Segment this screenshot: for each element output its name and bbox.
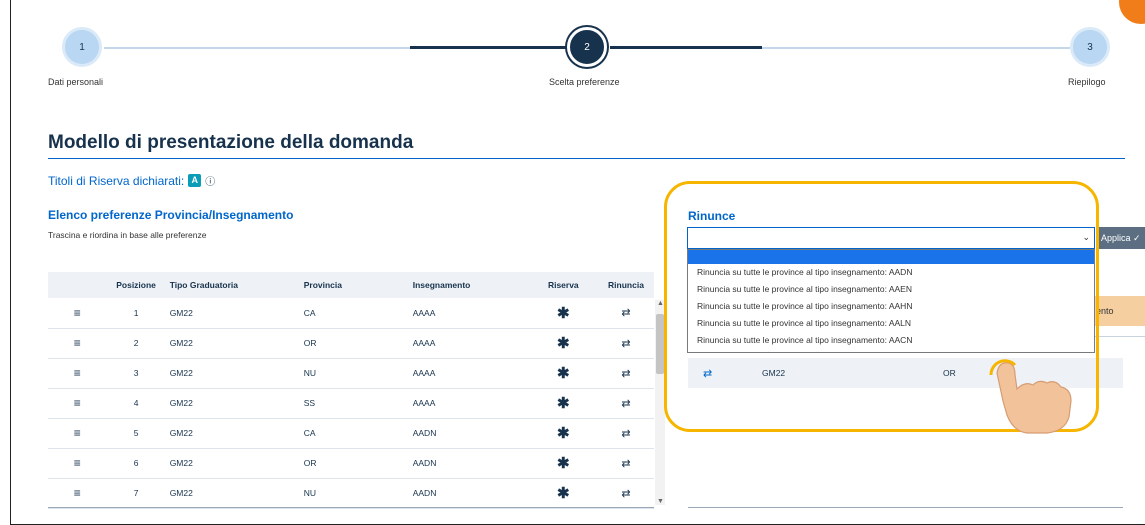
cell-tipo: GM22: [165, 328, 300, 359]
col-header-posizione: Posizione: [102, 272, 166, 298]
cell-provincia: SS: [299, 388, 409, 419]
cell-provincia: OR: [299, 328, 409, 359]
asterisk-icon: ✱: [528, 328, 594, 359]
step-connector-active: [610, 46, 762, 49]
pointing-hand-icon: [989, 359, 1072, 434]
riserva-declared: Titoli di Riserva dichiarati: A ⓘ: [48, 173, 215, 189]
cell-posizione: 3: [102, 358, 166, 389]
cell-tipo: GM22: [165, 358, 300, 389]
swap-icon[interactable]: ⇄: [594, 448, 654, 479]
riserva-label: Titoli di Riserva dichiarati:: [48, 173, 185, 188]
cell-insegnamento: AAAA: [408, 358, 529, 389]
cell-tipo: GM22: [165, 418, 300, 449]
cell-insegnamento: AAAA: [408, 328, 529, 359]
step-2-label: Scelta preferenze: [549, 77, 620, 87]
swap-icon[interactable]: ⇄: [594, 358, 654, 389]
table-row[interactable]: ≡ 7 GM22 NU AADN ✱ ⇄: [48, 478, 654, 509]
col-header-riserva: Riserva: [528, 272, 594, 298]
table-header-row: Posizione Tipo Graduatoria Provincia Ins…: [48, 272, 654, 298]
elenco-subtitle: Trascina e riordina in base alle prefere…: [48, 230, 207, 240]
elenco-title: Elenco preferenze Provincia/Insegnamento: [48, 208, 294, 222]
cell-provincia: CA: [299, 418, 409, 449]
cell-tipo: GM22: [165, 298, 300, 329]
progress-stepper: 1 2 3 Dati personali Scelta preferenze R…: [0, 0, 1145, 100]
drag-handle-icon[interactable]: ≡: [48, 328, 103, 359]
info-icon[interactable]: ⓘ: [205, 173, 215, 188]
step-number: 3: [1087, 41, 1093, 53]
table-row[interactable]: ≡ 4 GM22 SS AAAA ✱ ⇄: [48, 388, 654, 419]
table-row[interactable]: ≡ 6 GM22 OR AADN ✱ ⇄: [48, 448, 654, 479]
col-header-tipo: Tipo Graduatoria: [165, 272, 300, 298]
asterisk-icon: ✱: [528, 418, 594, 449]
step-2-circle[interactable]: 2: [567, 27, 607, 67]
scroll-down-icon[interactable]: ▼: [657, 498, 664, 505]
cell-posizione: 1: [102, 298, 166, 329]
cell-posizione: 6: [102, 448, 166, 479]
right-table-divider: [688, 507, 1123, 508]
side-tab[interactable]: ento: [1093, 296, 1145, 326]
table-row[interactable]: ≡ 2 GM22 OR AAAA ✱ ⇄: [48, 328, 654, 359]
table-divider: [48, 507, 654, 508]
asterisk-icon: ✱: [528, 478, 594, 509]
col-header-insegnamento: Insegnamento: [408, 272, 529, 298]
cell-tipo: GM22: [165, 448, 300, 479]
cell-provincia: NU: [299, 478, 409, 509]
swap-icon[interactable]: ⇄: [594, 298, 654, 329]
drag-handle-icon[interactable]: ≡: [48, 298, 103, 329]
riserva-badge: A: [188, 174, 202, 187]
step-connector: [762, 47, 1070, 49]
cell-insegnamento: AADN: [408, 418, 529, 449]
col-header-provincia: Provincia: [299, 272, 409, 298]
col-header-rinuncia: Rinuncia: [594, 272, 654, 298]
title-divider: [48, 158, 1125, 159]
cell-provincia: CA: [299, 298, 409, 329]
drag-handle-icon[interactable]: ≡: [48, 478, 103, 509]
table-row[interactable]: ≡ 3 GM22 NU AAAA ✱ ⇄: [48, 358, 654, 389]
scroll-thumb[interactable]: [656, 314, 664, 374]
asterisk-icon: ✱: [528, 358, 594, 389]
cell-insegnamento: AAAA: [408, 298, 529, 329]
cell-tipo: GM22: [165, 478, 300, 509]
drag-handle-icon[interactable]: ≡: [48, 358, 103, 389]
cell-insegnamento: AAAA: [408, 388, 529, 419]
preferences-table: Posizione Tipo Graduatoria Provincia Ins…: [48, 272, 654, 509]
cell-provincia: OR: [299, 448, 409, 479]
asterisk-icon: ✱: [528, 448, 594, 479]
col-header-drag: [48, 272, 103, 298]
step-connector-active: [410, 46, 566, 49]
drag-handle-icon[interactable]: ≡: [48, 448, 103, 479]
step-number: 2: [584, 41, 590, 53]
table-row[interactable]: ≡ 1 GM22 CA AAAA ✱ ⇄: [48, 298, 654, 329]
asterisk-icon: ✱: [528, 388, 594, 419]
swap-icon[interactable]: ⇄: [594, 328, 654, 359]
swap-icon[interactable]: ⇄: [594, 388, 654, 419]
scroll-up-icon[interactable]: ▲: [657, 300, 664, 307]
cell-posizione: 7: [102, 478, 166, 509]
applica-button[interactable]: Applica ✓: [1097, 227, 1145, 249]
page-title: Modello di presentazione della domanda: [48, 132, 414, 153]
swap-icon[interactable]: ⇄: [594, 418, 654, 449]
cell-insegnamento: AADN: [408, 448, 529, 479]
drag-handle-icon[interactable]: ≡: [48, 388, 103, 419]
step-1-circle[interactable]: 1: [62, 27, 102, 67]
step-number: 1: [79, 41, 85, 53]
step-connector: [104, 47, 410, 49]
side-divider: [1093, 336, 1145, 337]
cell-posizione: 2: [102, 328, 166, 359]
swap-icon[interactable]: ⇄: [594, 478, 654, 509]
cell-posizione: 5: [102, 418, 166, 449]
step-1-label: Dati personali: [48, 77, 104, 87]
cell-insegnamento: AADN: [408, 478, 529, 509]
step-3-label: Riepilogo: [1068, 77, 1106, 87]
step-3-circle[interactable]: 3: [1070, 27, 1110, 67]
table-row[interactable]: ≡ 5 GM22 CA AADN ✱ ⇄: [48, 418, 654, 449]
cell-tipo: GM22: [165, 388, 300, 419]
asterisk-icon: ✱: [528, 298, 594, 329]
cell-provincia: NU: [299, 358, 409, 389]
cell-posizione: 4: [102, 388, 166, 419]
drag-handle-icon[interactable]: ≡: [48, 418, 103, 449]
